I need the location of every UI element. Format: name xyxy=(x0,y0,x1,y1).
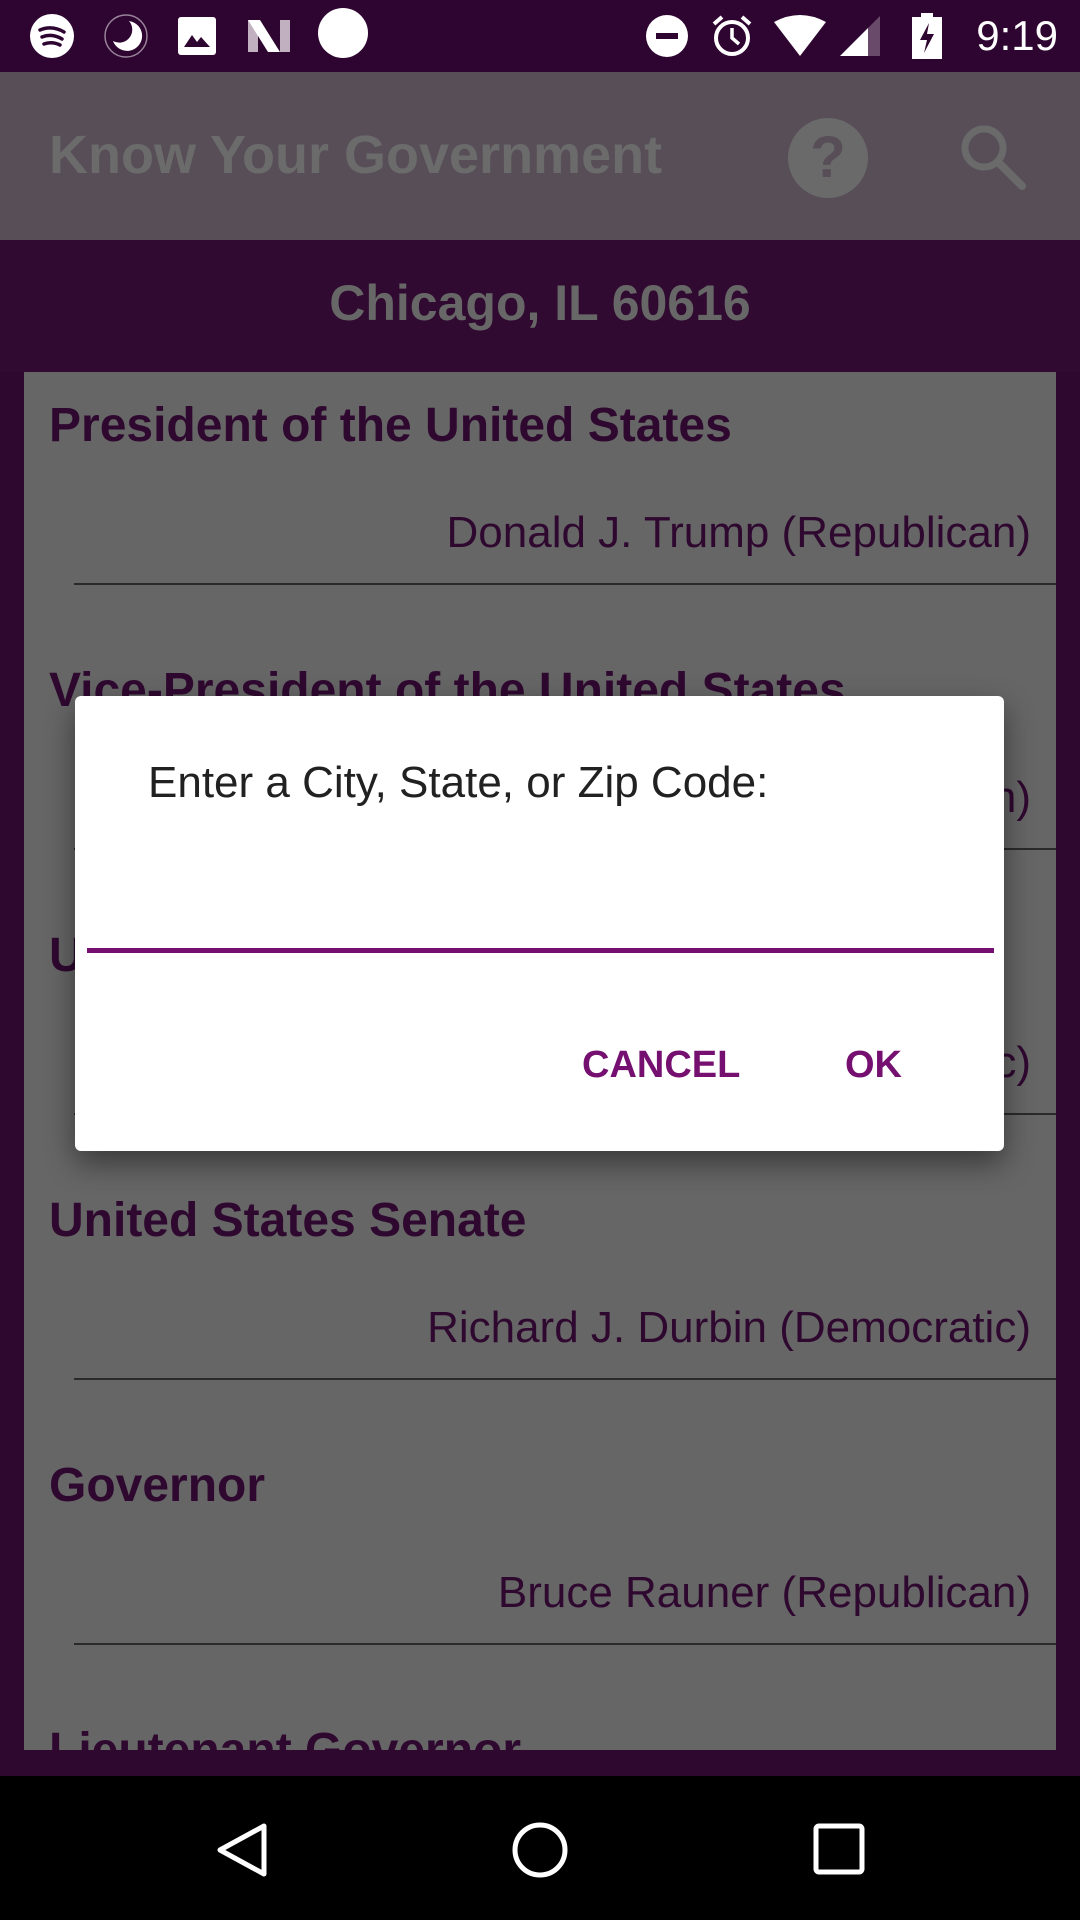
circle-icon xyxy=(318,8,368,58)
n-icon xyxy=(246,14,292,58)
spotify-icon xyxy=(30,14,74,58)
battery-charging-icon xyxy=(912,13,942,59)
official-name: Richard J. Durbin (Democratic) xyxy=(427,1303,1031,1352)
signal-icon xyxy=(838,14,882,58)
status-bar: 9:19 xyxy=(0,0,1080,72)
app-toolbar: Know Your Government ? xyxy=(0,72,1080,240)
help-icon[interactable]: ? xyxy=(788,118,868,198)
office-title: United States Senate xyxy=(49,1194,527,1247)
location-text: Chicago, IL 60616 xyxy=(329,275,751,331)
divider xyxy=(74,1643,1056,1645)
alarm-icon xyxy=(710,14,754,58)
divider xyxy=(74,583,1056,585)
wifi-icon xyxy=(772,14,828,58)
list-item[interactable]: Lieutenant Governor xyxy=(24,1697,1056,1750)
official-name: Donald J. Trump (Republican) xyxy=(446,508,1031,557)
do-not-disturb-icon xyxy=(646,14,688,58)
image-icon xyxy=(178,14,216,58)
dialog-message: Enter a City, State, or Zip Code: xyxy=(148,758,769,807)
list-item[interactable]: United States Senate Richard J. Durbin (D… xyxy=(24,1167,1056,1432)
night-mode-icon xyxy=(103,14,149,58)
office-title: President of the United States xyxy=(49,399,732,452)
list-item[interactable]: Governor Bruce Rauner (Republican) xyxy=(24,1432,1056,1697)
home-icon[interactable] xyxy=(510,1820,570,1880)
search-icon[interactable] xyxy=(958,122,1026,190)
list-item[interactable]: President of the United States Donald J. … xyxy=(24,372,1056,637)
location-dialog: Enter a City, State, or Zip Code: CANCEL… xyxy=(75,696,1004,1151)
navigation-bar xyxy=(0,1776,1080,1920)
app-title: Know Your Government xyxy=(49,125,663,185)
ok-button[interactable]: OK xyxy=(845,1044,902,1087)
divider xyxy=(74,1378,1056,1380)
office-title: Governor xyxy=(49,1459,266,1512)
location-input[interactable] xyxy=(87,876,994,953)
location-header: Chicago, IL 60616 xyxy=(0,240,1080,372)
back-icon[interactable] xyxy=(212,1820,272,1880)
recents-icon[interactable] xyxy=(812,1822,868,1878)
cancel-button[interactable]: CANCEL xyxy=(582,1044,740,1087)
office-title: Lieutenant Governor xyxy=(49,1723,521,1750)
clock: 9:19 xyxy=(976,12,1058,59)
official-name: Bruce Rauner (Republican) xyxy=(497,1568,1031,1617)
